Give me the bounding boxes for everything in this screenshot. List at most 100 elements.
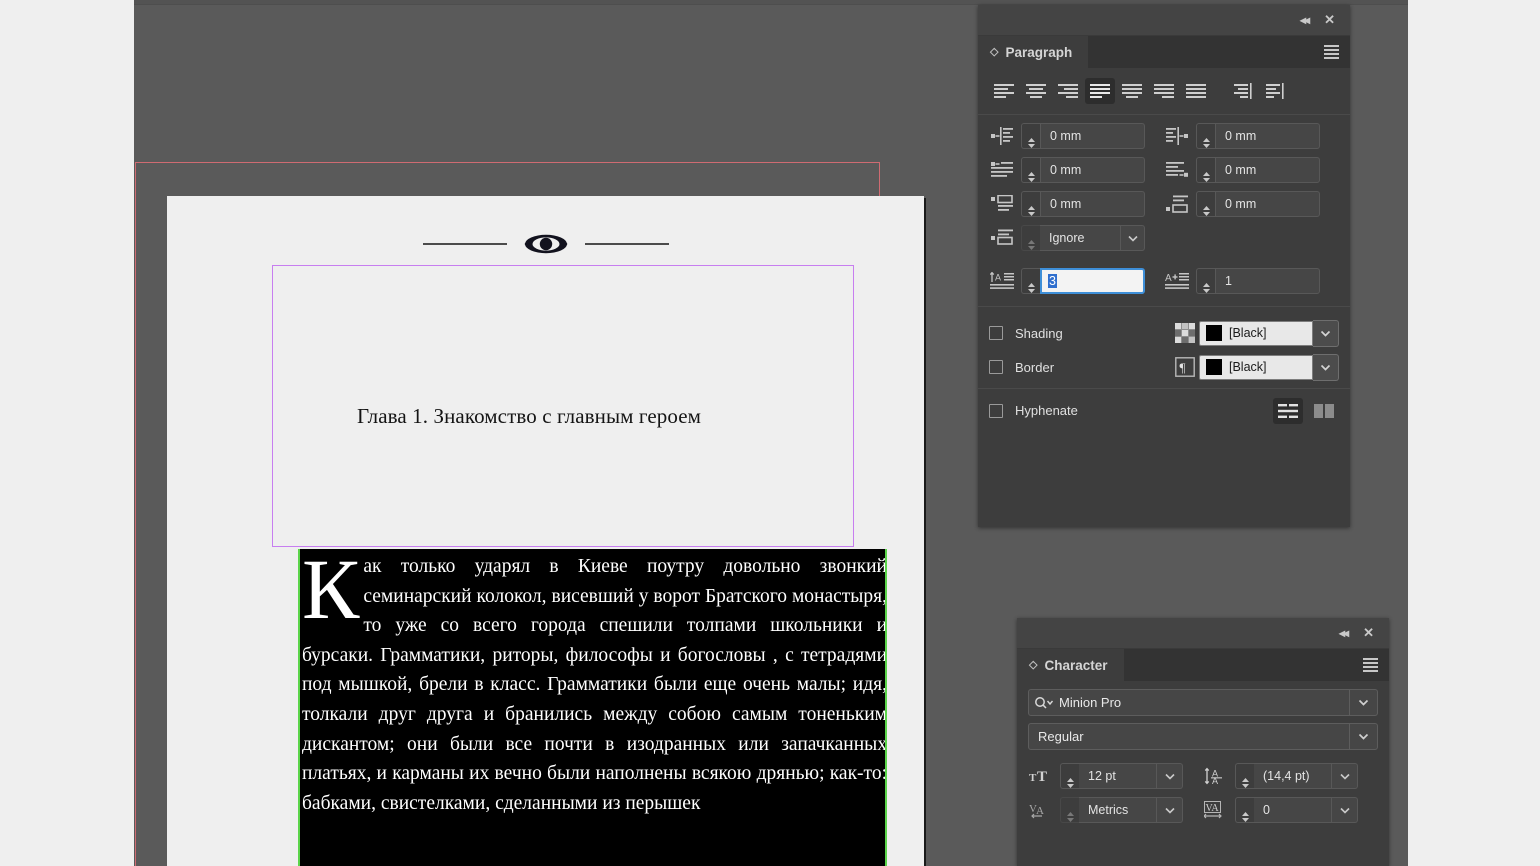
body-text[interactable]: Как только ударял в Киеве поутру довольн… <box>302 549 887 818</box>
first-line-indent-stepper[interactable] <box>1021 157 1040 183</box>
indent-row-1: 0 mm <box>989 123 1339 149</box>
shading-color-chip <box>1206 325 1222 341</box>
last-line-indent-input[interactable]: 0 mm <box>1215 157 1320 183</box>
border-color-swatch[interactable]: [Black] <box>1199 355 1313 380</box>
font-family-field[interactable]: Minion Pro <box>1028 689 1378 716</box>
tracking-stepper[interactable] <box>1235 797 1254 823</box>
align-left-button[interactable] <box>989 78 1019 104</box>
first-line-indent-input[interactable]: 0 mm <box>1040 157 1145 183</box>
drop-cap-characters-stepper[interactable] <box>1196 268 1215 294</box>
align-right-button[interactable] <box>1053 78 1083 104</box>
drop-cap-lines-input[interactable]: 3 <box>1040 268 1145 294</box>
space-before-field[interactable]: 0 mm <box>989 191 1164 217</box>
space-before-stepper[interactable] <box>1021 191 1040 217</box>
space-after-icon <box>1164 193 1190 215</box>
kerning-dropdown-icon[interactable] <box>1157 797 1183 823</box>
hyphenate-checkbox[interactable] <box>989 404 1003 418</box>
border-checkbox[interactable] <box>989 360 1003 374</box>
justify-all-lines-button[interactable] <box>1181 78 1211 104</box>
align-away-from-spine-button[interactable] <box>1259 78 1289 104</box>
kerning-input[interactable]: Metrics <box>1079 797 1157 823</box>
paragraph-border-icon: ¶ <box>1173 355 1197 379</box>
space-after-stepper[interactable] <box>1196 191 1215 217</box>
space-after-input[interactable]: 0 mm <box>1215 191 1320 217</box>
paragraph-composer-icon[interactable] <box>1273 398 1303 424</box>
font-style-field[interactable]: Regular <box>1028 723 1378 750</box>
panel-grip-diamond-icon: ◇ <box>1029 660 1037 671</box>
leading-field[interactable]: A A (14,4 pt) <box>1203 763 1378 789</box>
font-size-dropdown-icon[interactable] <box>1157 763 1183 789</box>
body-text-run: ак только ударял в Киеве поутру довольно… <box>302 556 887 814</box>
collapse-double-chevron-icon[interactable]: ◂◂ <box>1339 627 1347 639</box>
left-indent-input[interactable]: 0 mm <box>1040 123 1145 149</box>
align-to-grid-stepper <box>1021 225 1040 251</box>
chapter-heading[interactable]: Глава 1. Знакомство с главным героем <box>357 404 701 429</box>
align-center-button[interactable] <box>1021 78 1051 104</box>
body-text-frame[interactable]: Как только ударял в Киеве поутру довольн… <box>298 549 887 866</box>
space-after-field[interactable]: 0 mm <box>1164 191 1339 217</box>
last-line-indent-field[interactable]: 0 mm <box>1164 157 1339 183</box>
leading-dropdown-icon[interactable] <box>1332 763 1358 789</box>
tracking-dropdown-icon[interactable] <box>1332 797 1358 823</box>
right-indent-input[interactable]: 0 mm <box>1215 123 1320 149</box>
font-size-stepper[interactable] <box>1060 763 1079 789</box>
drop-cap-characters-icon: A <box>1164 270 1190 292</box>
last-line-indent-stepper[interactable] <box>1196 157 1215 183</box>
first-line-indent-field[interactable]: 0 mm <box>989 157 1164 183</box>
chevron-down-icon[interactable] <box>1120 226 1144 250</box>
right-indent-field[interactable]: 0 mm <box>1164 123 1339 149</box>
justify-last-line-right-button[interactable] <box>1149 78 1179 104</box>
font-size-field[interactable]: T T 12 pt <box>1028 763 1203 789</box>
justify-last-line-left-button[interactable] <box>1085 78 1115 104</box>
border-label: Border <box>1015 360 1173 375</box>
space-before-input[interactable]: 0 mm <box>1040 191 1145 217</box>
character-panel-body: Minion Pro Regular <box>1017 681 1389 835</box>
font-style-dropdown-icon[interactable] <box>1349 724 1377 749</box>
character-panel[interactable]: ◂◂ ✕ ◇ Character <box>1017 618 1389 866</box>
shading-color-swatch[interactable]: [Black] <box>1199 321 1313 346</box>
shading-checkbox[interactable] <box>989 326 1003 340</box>
font-size-input[interactable]: 12 pt <box>1079 763 1157 789</box>
align-to-grid-select[interactable]: Ignore <box>1040 225 1145 251</box>
tracking-field[interactable]: VA 0 <box>1203 797 1378 823</box>
panel-menu-icon[interactable] <box>1324 45 1339 58</box>
kerning-field[interactable]: V A Metrics <box>1028 797 1203 823</box>
left-indent-stepper[interactable] <box>1021 123 1040 149</box>
align-to-grid-value: Ignore <box>1040 231 1084 245</box>
character-panel-titlebar[interactable]: ◂◂ ✕ <box>1017 618 1389 649</box>
panel-menu-icon[interactable] <box>1363 658 1378 671</box>
ornament-group <box>167 233 924 255</box>
right-indent-stepper[interactable] <box>1196 123 1215 149</box>
paragraph-panel-titlebar[interactable]: ◂◂ ✕ <box>978 5 1350 36</box>
drop-cap-characters-input[interactable]: 1 <box>1215 268 1320 294</box>
tab-paragraph[interactable]: ◇ Paragraph <box>978 36 1088 68</box>
single-line-composer-icon[interactable] <box>1309 398 1339 424</box>
kerning-stepper <box>1060 797 1079 823</box>
left-indent-field[interactable]: 0 mm <box>989 123 1164 149</box>
font-search-icon[interactable] <box>1029 696 1059 710</box>
drop-cap-lines-field[interactable]: A 3 <box>989 268 1164 294</box>
indent-row-2: 0 mm <box>989 157 1339 183</box>
spacing-row: 0 mm 0 mm <box>989 191 1339 217</box>
drop-cap-lines-stepper[interactable] <box>1021 268 1040 294</box>
font-family-dropdown-icon[interactable] <box>1349 690 1377 715</box>
leading-stepper[interactable] <box>1235 763 1254 789</box>
close-icon[interactable]: ✕ <box>1363 627 1374 639</box>
close-icon[interactable]: ✕ <box>1324 14 1335 26</box>
tab-character[interactable]: ◇ Character <box>1017 649 1124 681</box>
drop-cap-lines-icon: A <box>989 270 1015 292</box>
leading-input[interactable]: (14,4 pt) <box>1254 763 1332 789</box>
tracking-input[interactable]: 0 <box>1254 797 1332 823</box>
border-color-dropdown-icon[interactable] <box>1313 354 1339 381</box>
shading-color-dropdown-icon[interactable] <box>1313 320 1339 347</box>
paragraph-panel[interactable]: ◂◂ ✕ ◇ Paragraph <box>978 5 1350 527</box>
align-to-grid-field[interactable]: Ignore <box>989 225 1165 251</box>
border-color-chip <box>1206 359 1222 375</box>
drop-cap-characters-field[interactable]: A 1 <box>1164 268 1339 294</box>
document-page[interactable]: Глава 1. Знакомство с главным героем Как… <box>167 196 924 866</box>
align-towards-spine-button[interactable] <box>1227 78 1257 104</box>
panel-grip-diamond-icon: ◇ <box>990 47 998 58</box>
character-panel-tabrow: ◇ Character <box>1017 649 1389 681</box>
collapse-double-chevron-icon[interactable]: ◂◂ <box>1300 14 1308 26</box>
justify-last-line-center-button[interactable] <box>1117 78 1147 104</box>
